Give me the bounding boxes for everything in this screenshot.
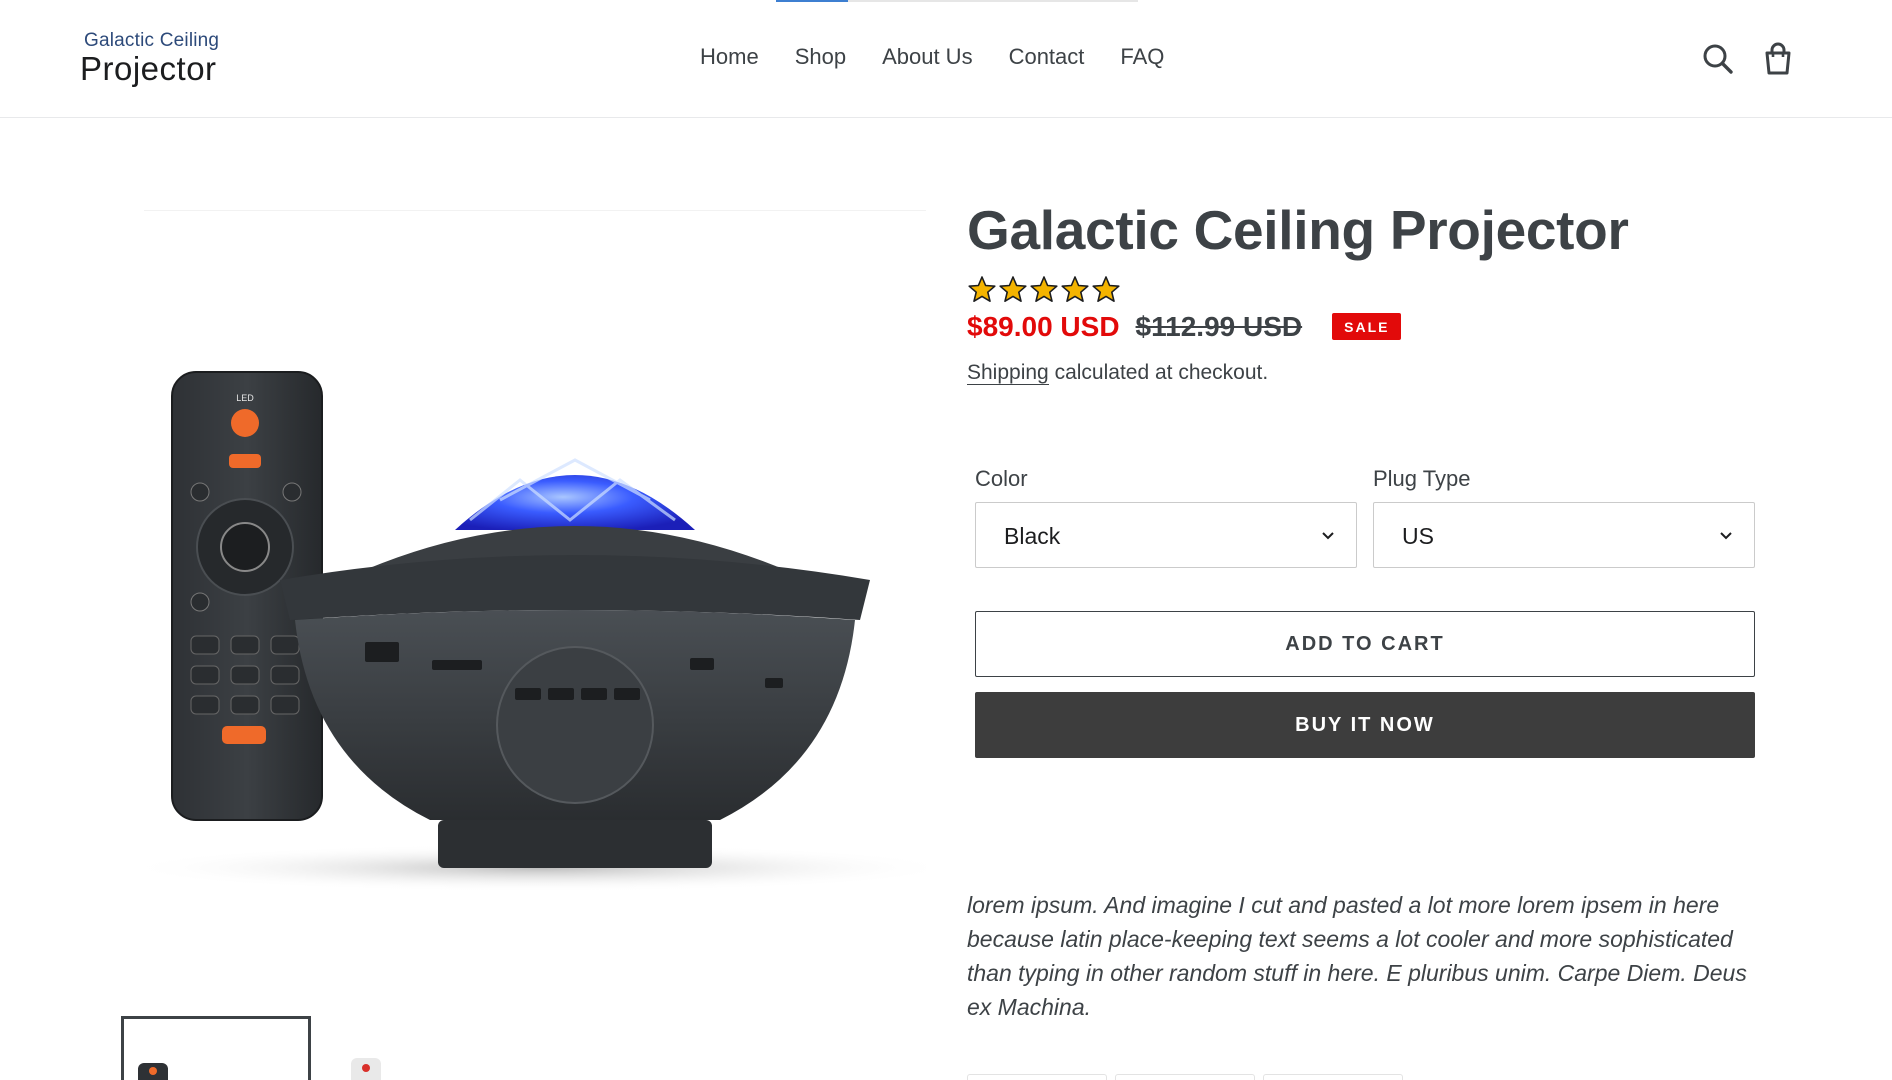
- thumbnail-2[interactable]: [327, 1016, 517, 1080]
- plug-type-label: Plug Type: [1373, 466, 1471, 491]
- compare-at-price: $112.99 USD: [1135, 310, 1303, 342]
- product-rating: [967, 275, 1757, 305]
- share-buttons: [967, 1074, 1403, 1080]
- star-icon: [1092, 275, 1120, 302]
- star-icon: [968, 275, 996, 302]
- share-button-1[interactable]: [967, 1074, 1107, 1080]
- color-selector: Color Black: [975, 466, 1357, 568]
- main-nav: Home Shop About Us Contact FAQ: [700, 44, 1164, 70]
- color-select[interactable]: Black: [975, 502, 1357, 568]
- plug-type-select-value: US: [1402, 523, 1434, 549]
- plug-type-selector: Plug Type US: [1373, 466, 1755, 568]
- shipping-text: calculated at checkout.: [1048, 360, 1269, 384]
- logo-line2: Projector: [80, 50, 217, 87]
- thumbnail-1[interactable]: [121, 1016, 311, 1080]
- sale-price: $89.00 USD: [967, 310, 1120, 342]
- nav-item-shop[interactable]: Shop: [795, 44, 846, 70]
- color-select-value: Black: [1004, 523, 1061, 549]
- buy-it-now-button[interactable]: BUY IT NOW: [975, 692, 1755, 758]
- thumbnail-1-image: [138, 1063, 168, 1080]
- nav-item-contact[interactable]: Contact: [1009, 44, 1085, 70]
- nav-item-faq[interactable]: FAQ: [1120, 44, 1164, 70]
- star-icon: [999, 275, 1027, 302]
- cart-icon[interactable]: [1762, 42, 1794, 76]
- product-description: lorem ipsum. And imagine I cut and paste…: [967, 892, 1747, 1020]
- share-button-3[interactable]: [1263, 1074, 1403, 1080]
- nav-item-home[interactable]: Home: [700, 44, 759, 70]
- sale-badge: SALE: [1332, 313, 1402, 340]
- logo-line1: Galactic Ceiling: [84, 30, 220, 51]
- price-row: $89.00 USD $112.99 USD SALE: [967, 307, 1757, 347]
- svg-text:LED: LED: [236, 393, 254, 403]
- search-icon[interactable]: [1702, 42, 1734, 76]
- plug-type-select[interactable]: US: [1373, 502, 1755, 568]
- site-logo[interactable]: Galactic Ceiling Projector: [80, 26, 232, 90]
- product-image: LED: [120, 371, 926, 892]
- product-thumbnails: [121, 1016, 517, 1080]
- chevron-down-icon: [1720, 532, 1732, 540]
- header-icons: [1702, 42, 1794, 76]
- thumbnail-2-image: [351, 1058, 381, 1080]
- product-gallery: LED: [120, 200, 926, 920]
- product-info: Galactic Ceiling Projector $89.00 USD $1…: [967, 199, 1757, 1080]
- shipping-note: Shipping calculated at checkout.: [967, 360, 1757, 385]
- chevron-down-icon: [1322, 532, 1334, 540]
- color-label: Color: [975, 466, 1028, 491]
- share-button-2[interactable]: [1115, 1074, 1255, 1080]
- site-header: Galactic Ceiling Projector Home Shop Abo…: [0, 0, 1892, 118]
- product-title: Galactic Ceiling Projector: [967, 199, 1629, 261]
- add-to-cart-button[interactable]: ADD TO CART: [975, 611, 1755, 677]
- shipping-link[interactable]: Shipping: [967, 360, 1049, 385]
- star-icon: [1061, 275, 1089, 302]
- nav-item-about-us[interactable]: About Us: [882, 44, 973, 70]
- variant-selectors: Color Black Plug Type US: [975, 466, 1755, 568]
- star-icon: [1030, 275, 1058, 302]
